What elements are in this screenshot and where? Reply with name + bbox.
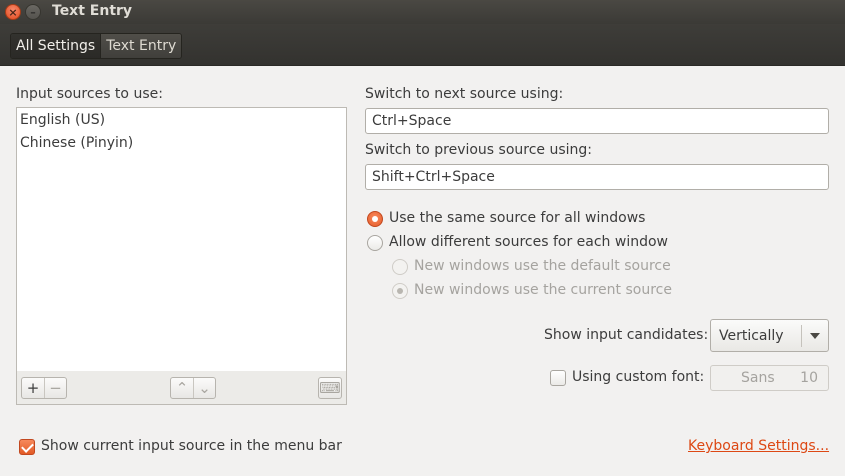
combo-separator xyxy=(801,325,802,347)
reorder-group: ⌃ ⌄ xyxy=(170,377,216,399)
breadcrumb-all-settings[interactable]: All Settings xyxy=(11,34,101,58)
input-sources-label: Input sources to use: xyxy=(16,86,163,102)
candidates-combo[interactable]: Vertically xyxy=(710,319,829,352)
input-sources-list[interactable]: English (US) Chinese (Pinyin) xyxy=(16,107,347,372)
breadcrumb-text-entry[interactable]: Text Entry xyxy=(100,34,182,58)
different-sources-label[interactable]: Allow different sources for each window xyxy=(389,234,668,250)
input-sources-toolbar: + − ⌃ ⌄ ⌨ xyxy=(16,371,347,405)
move-down-button[interactable]: ⌄ xyxy=(193,378,215,398)
candidates-value: Vertically xyxy=(719,328,784,344)
remove-source-button[interactable]: − xyxy=(44,378,66,398)
new-default-label: New windows use the default source xyxy=(414,258,671,274)
candidates-label: Show input candidates: xyxy=(544,327,709,343)
next-source-field[interactable]: Ctrl+Space xyxy=(365,108,829,134)
title-bar: × – Text Entry xyxy=(0,0,845,24)
menu-bar-checkbox[interactable] xyxy=(19,439,35,455)
toolbar: All Settings Text Entry xyxy=(0,24,845,66)
font-name: Sans xyxy=(741,370,775,386)
same-source-radio[interactable] xyxy=(367,211,383,227)
custom-font-checkbox[interactable] xyxy=(550,370,566,386)
window-title: Text Entry xyxy=(52,3,133,19)
new-current-radio xyxy=(392,283,408,299)
next-source-label: Switch to next source using: xyxy=(365,86,564,102)
menu-bar-label[interactable]: Show current input source in the menu ba… xyxy=(41,438,342,454)
font-size: 10 xyxy=(800,370,818,386)
breadcrumb: All Settings Text Entry xyxy=(10,33,183,59)
same-source-label[interactable]: Use the same source for all windows xyxy=(389,210,645,226)
keyboard-settings-link[interactable]: Keyboard Settings... xyxy=(688,438,829,454)
previous-source-field[interactable]: Shift+Ctrl+Space xyxy=(365,164,829,190)
close-window-icon[interactable]: × xyxy=(5,4,21,20)
add-remove-group: + − xyxy=(21,377,67,399)
new-current-label: New windows use the current source xyxy=(414,282,672,298)
list-item[interactable]: English (US) xyxy=(17,109,346,132)
previous-source-label: Switch to previous source using: xyxy=(365,142,593,158)
new-default-radio xyxy=(392,259,408,275)
minimize-window-icon[interactable]: – xyxy=(25,4,41,20)
keyboard-layout-group: ⌨ xyxy=(318,377,342,399)
different-sources-radio[interactable] xyxy=(367,235,383,251)
list-item[interactable]: Chinese (Pinyin) xyxy=(17,132,346,155)
move-up-button[interactable]: ⌃ xyxy=(171,378,193,398)
keyboard-layout-icon[interactable]: ⌨ xyxy=(319,378,341,398)
add-source-button[interactable]: + xyxy=(22,378,44,398)
custom-font-label[interactable]: Using custom font: xyxy=(572,369,704,385)
chevron-down-icon xyxy=(810,333,820,339)
font-picker-button: Sans 10 xyxy=(710,365,829,391)
